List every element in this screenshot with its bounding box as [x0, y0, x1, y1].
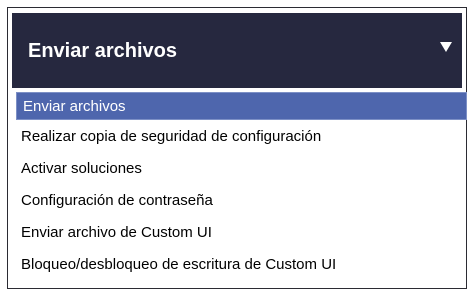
dropdown-header[interactable]: Enviar archivos [12, 13, 462, 88]
dropdown-option-bloqueo-custom-ui[interactable]: Bloqueo/desbloqueo de escritura de Custo… [16, 252, 467, 278]
dropdown-option-enviar-archivos[interactable]: Enviar archivos [16, 92, 467, 120]
dropdown-panel: Enviar archivos Enviar archivos Realizar… [7, 7, 467, 289]
dropdown-options-list: Enviar archivos Realizar copia de seguri… [16, 92, 467, 284]
dropdown-selected-label: Enviar archivos [28, 40, 177, 62]
dropdown-option-enviar-custom-ui[interactable]: Enviar archivo de Custom UI [16, 220, 467, 246]
dropdown-option-copia-seguridad[interactable]: Realizar copia de seguridad de configura… [16, 124, 467, 150]
dropdown-option-configuracion-contrasena[interactable]: Configuración de contraseña [16, 188, 467, 214]
chevron-down-icon[interactable] [440, 42, 452, 52]
dropdown-option-activar-soluciones[interactable]: Activar soluciones [16, 156, 467, 182]
